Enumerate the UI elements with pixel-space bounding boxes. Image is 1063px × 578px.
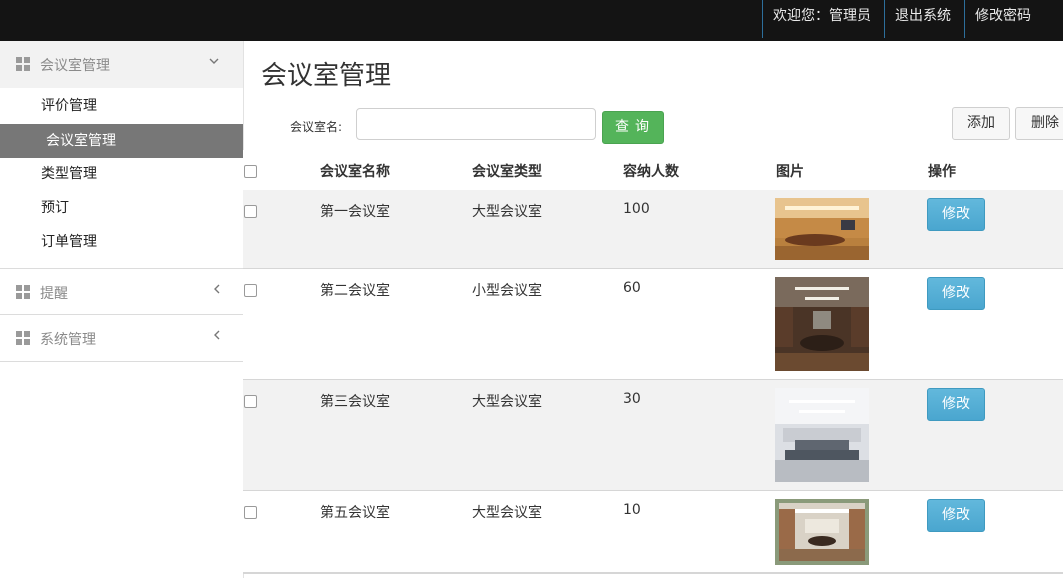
page-title: 会议室管理 [261, 61, 392, 91]
grid-icon [16, 331, 30, 345]
logout-link[interactable]: 退出系统 [884, 0, 964, 38]
capacity-cell: 60 [623, 280, 641, 296]
sidebar-item-evaluation[interactable]: 评价管理 [0, 89, 243, 123]
room-name-cell: 第二会议室 [320, 283, 390, 299]
chevron-down-icon [208, 55, 220, 71]
table-row: 第一会议室 大型会议室 100 修改 [243, 190, 1063, 269]
room-type-cell: 大型会议室 [472, 204, 542, 220]
column-header-image: 图片 [776, 164, 804, 180]
capacity-cell: 10 [623, 502, 641, 518]
edit-button[interactable]: 修改 [927, 277, 985, 310]
select-all-checkbox[interactable] [244, 165, 257, 178]
capacity-cell: 30 [623, 391, 641, 407]
room-name-cell: 第三会议室 [320, 394, 390, 410]
sidebar-item-booking[interactable]: 预订 [0, 191, 243, 225]
room-name-search-input[interactable] [356, 108, 596, 140]
row-checkbox[interactable] [244, 506, 257, 519]
room-photo [775, 198, 869, 260]
top-navbar: 欢迎您：管理员 退出系统 修改密码 [0, 0, 1063, 41]
room-type-cell: 小型会议室 [472, 283, 542, 299]
sidebar-group-room-management[interactable]: 会议室管理 [0, 41, 243, 88]
table-row: 第五会议室 大型会议室 10 修改 [243, 491, 1063, 573]
search-label: 会议室名: [290, 120, 343, 134]
room-name-cell: 第五会议室 [320, 505, 390, 521]
sidebar-item-room-management[interactable]: 会议室管理 [0, 124, 243, 158]
room-type-cell: 大型会议室 [472, 394, 542, 410]
room-type-cell: 大型会议室 [472, 505, 542, 521]
table-row: 第三会议室 大型会议室 30 修改 [243, 380, 1063, 491]
sidebar-group-reminder[interactable]: 提醒 [0, 268, 243, 315]
edit-button[interactable]: 修改 [927, 198, 985, 231]
capacity-cell: 100 [623, 201, 650, 217]
chevron-left-icon [211, 329, 223, 345]
row-checkbox[interactable] [244, 205, 257, 218]
column-header-actions: 操作 [928, 164, 956, 180]
grid-icon [16, 285, 30, 299]
sidebar-group-system-management[interactable]: 系统管理 [0, 315, 243, 362]
sidebar-group-label: 提醒 [40, 286, 68, 302]
sidebar-item-type-management[interactable]: 类型管理 [0, 157, 243, 191]
room-photo [775, 388, 869, 482]
table-bottom-border [243, 573, 1063, 574]
column-header-capacity: 容纳人数 [623, 164, 679, 180]
sidebar-group-label: 系统管理 [40, 332, 96, 348]
query-button[interactable]: 查询 [602, 111, 664, 144]
row-checkbox[interactable] [244, 284, 257, 297]
column-header-type: 会议室类型 [472, 164, 542, 180]
sidebar-group-label: 会议室管理 [40, 58, 110, 74]
table-row: 第二会议室 小型会议室 60 修改 [243, 269, 1063, 380]
edit-button[interactable]: 修改 [927, 499, 985, 532]
add-button[interactable]: 添加 [952, 107, 1010, 140]
change-password-link[interactable]: 修改密码 [964, 0, 1063, 38]
delete-button[interactable]: 删除 [1015, 107, 1063, 140]
sidebar-item-orders[interactable]: 订单管理 [0, 225, 243, 259]
room-photo [775, 277, 869, 371]
welcome-user-link[interactable]: 欢迎您：管理员 [762, 0, 884, 38]
row-checkbox[interactable] [244, 395, 257, 408]
table-header: 会议室名称 会议室类型 容纳人数 图片 操作 [243, 150, 1063, 191]
edit-button[interactable]: 修改 [927, 388, 985, 421]
sidebar: 会议室管理 评价管理 会议室管理 类型管理 预订 订单管理 提醒 系统管理 [0, 41, 244, 578]
room-name-cell: 第一会议室 [320, 204, 390, 220]
chevron-left-icon [211, 283, 223, 299]
grid-icon [16, 57, 30, 71]
room-photo [775, 499, 869, 565]
column-header-name: 会议室名称 [320, 164, 390, 180]
